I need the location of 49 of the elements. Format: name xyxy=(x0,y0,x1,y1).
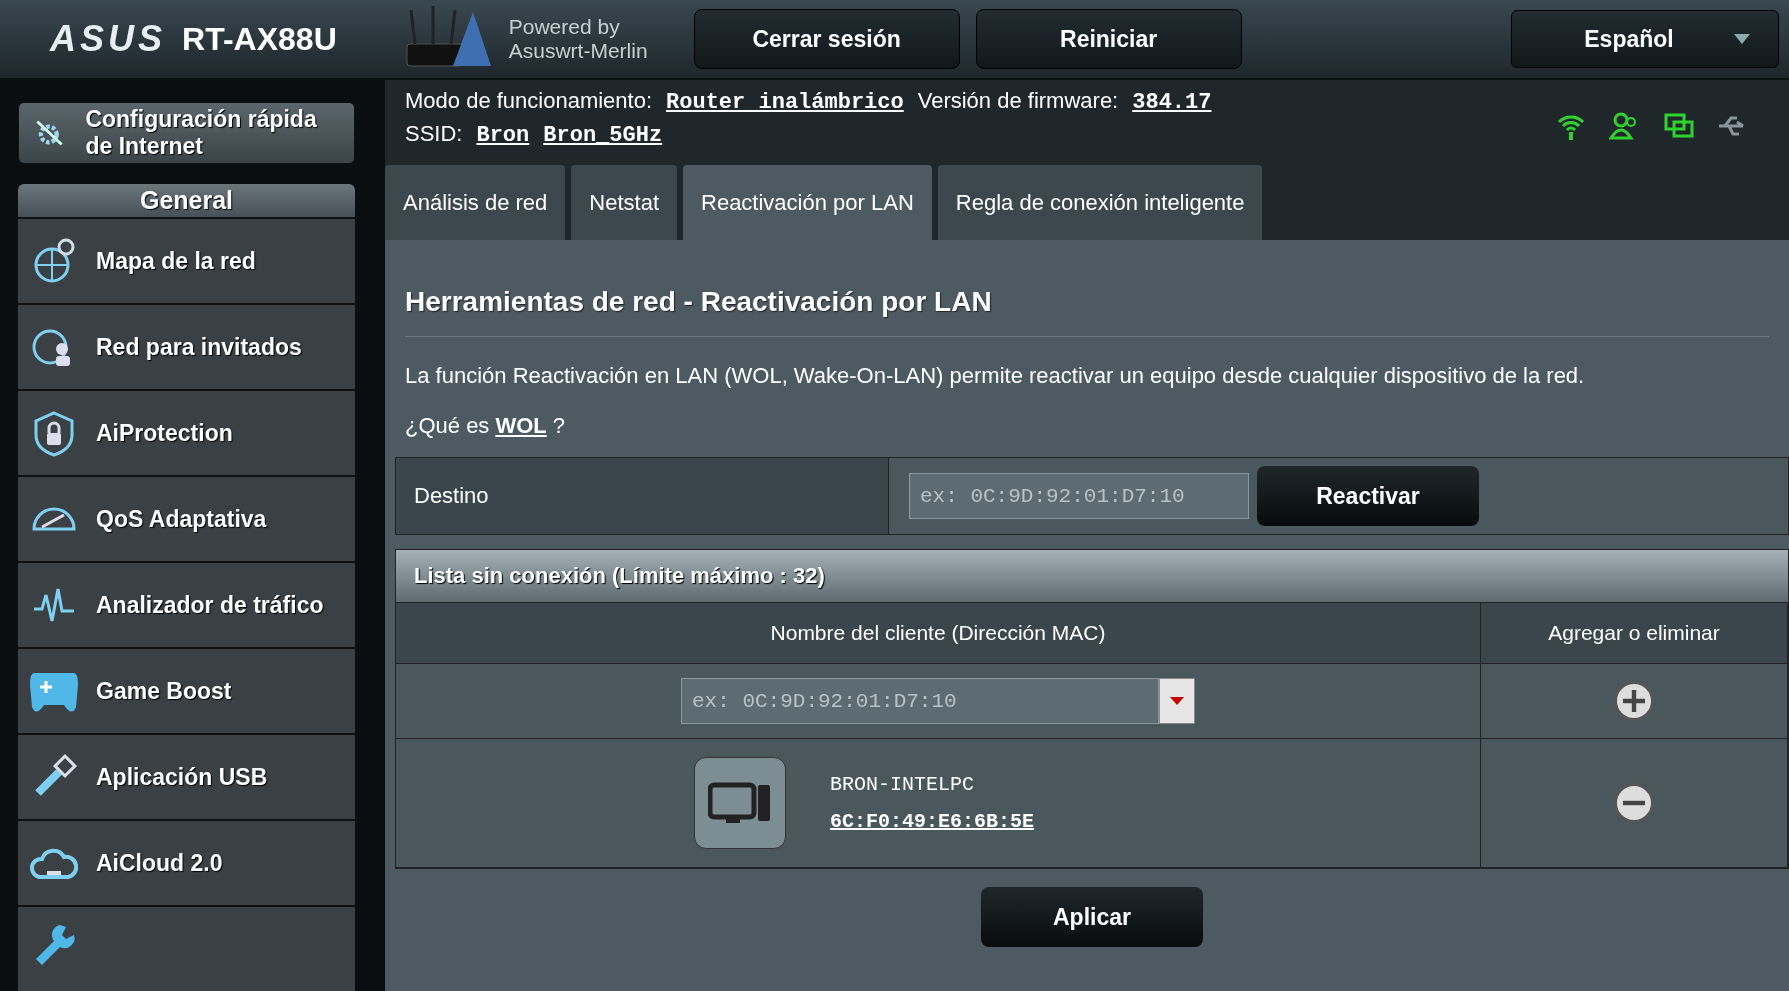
question-mark-text: ? xyxy=(552,413,565,439)
sidebar-item[interactable]: Game Boost xyxy=(18,647,355,733)
tab[interactable]: Netstat xyxy=(571,165,677,240)
sidebar-item[interactable]: Red para invitados xyxy=(18,303,355,389)
caret-icon xyxy=(1170,697,1184,705)
tab[interactable]: Regla de conexión inteligente xyxy=(937,165,1263,240)
ssid-label: SSID: xyxy=(405,121,463,147)
tab[interactable]: Reactivación por LAN xyxy=(683,165,932,240)
add-icon[interactable] xyxy=(1612,679,1656,723)
caret-icon xyxy=(1733,34,1750,44)
mode-label: Modo de funcionamiento: xyxy=(405,88,653,114)
quick-setup-button[interactable]: Configuración rápida de Internet xyxy=(18,102,355,164)
tab[interactable]: Análisis de red xyxy=(385,165,566,240)
mac-address-link[interactable]: 6C:F0:49:E6:6B:5E xyxy=(830,810,1035,833)
list-header: Lista sin conexión (Límite máximo : 32) xyxy=(395,549,1789,603)
wake-button[interactable]: Reactivar xyxy=(1257,466,1479,526)
firmware-version-link[interactable]: 384.17 xyxy=(1132,90,1212,115)
firmware-brand: Asuswrt-Merlin xyxy=(508,39,648,63)
wol-question-text: ¿Qué es xyxy=(405,413,490,439)
apply-button[interactable]: Aplicar xyxy=(981,887,1203,947)
column-header: Nombre del cliente (Dirección MAC) xyxy=(396,603,1481,664)
model-name: RT-AX88U xyxy=(182,20,337,58)
ssid-link[interactable]: Bron_5GHz xyxy=(543,123,663,148)
sidebar-item[interactable]: AiCloud 2.0 xyxy=(18,819,355,905)
sidebar-item[interactable]: Analizador de tráfico xyxy=(18,561,355,647)
header-button[interactable]: Reiniciar xyxy=(975,9,1242,69)
language-dropdown[interactable]: Español xyxy=(1511,10,1779,68)
dropdown-button[interactable] xyxy=(1159,678,1195,724)
mac-input-field[interactable]: ex: 0C:9D:92:01:D7:10 xyxy=(909,473,1249,519)
column-header: Agregar o eliminar xyxy=(1481,603,1788,664)
sidebar-item[interactable]: Aplicación USB xyxy=(18,733,355,819)
ssid-link[interactable]: Bron xyxy=(476,123,530,148)
wol-link[interactable]: WOL xyxy=(495,413,547,439)
brand-logo: ASUS xyxy=(50,18,167,60)
section-header: General xyxy=(18,183,355,217)
page-title: Herramientas de red - Reactivación por LAN xyxy=(405,260,1769,337)
sidebar-item[interactable]: Mapa de la red xyxy=(18,217,355,303)
remove-icon[interactable] xyxy=(1612,781,1656,825)
client-input-field[interactable]: ex: 0C:9D:92:01:D7:10 xyxy=(681,678,1159,724)
sidebar-item[interactable]: AiProtection xyxy=(18,389,355,475)
destination-label: Destino xyxy=(396,458,889,534)
description-text: La función Reactivación en LAN (WOL, Wake-On-LAN) permite reactivar un equipo desde cualquier dispositivo de la red. xyxy=(405,363,1586,389)
client-name: BRON-INTELPC xyxy=(830,773,976,796)
sidebar-item[interactable]: QoS Adaptativa xyxy=(18,475,355,561)
firmware-label: Versión de firmware: xyxy=(917,88,1119,114)
operation-mode-link[interactable]: Router inalámbrico xyxy=(666,90,904,115)
quick-setup-label: Configuración rápida de Internet xyxy=(85,105,318,160)
powered-by-text: Powered by xyxy=(508,15,621,39)
header-button[interactable]: Cerrar sesión xyxy=(693,9,960,69)
